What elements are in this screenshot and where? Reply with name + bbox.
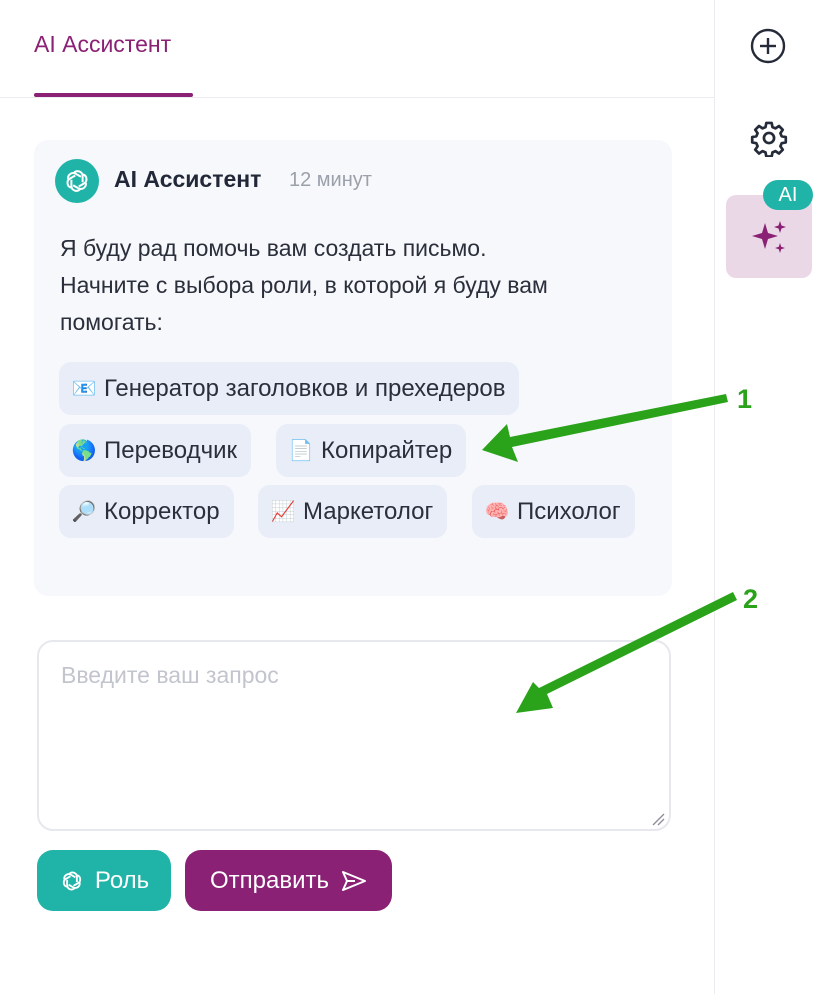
annotation-label-1: 1 (737, 384, 753, 414)
annotation-arrow-2 (516, 592, 737, 713)
annotation-arrow-1 (482, 394, 728, 462)
annotation-overlay (482, 394, 737, 713)
annotation-label-2: 2 (743, 584, 759, 614)
